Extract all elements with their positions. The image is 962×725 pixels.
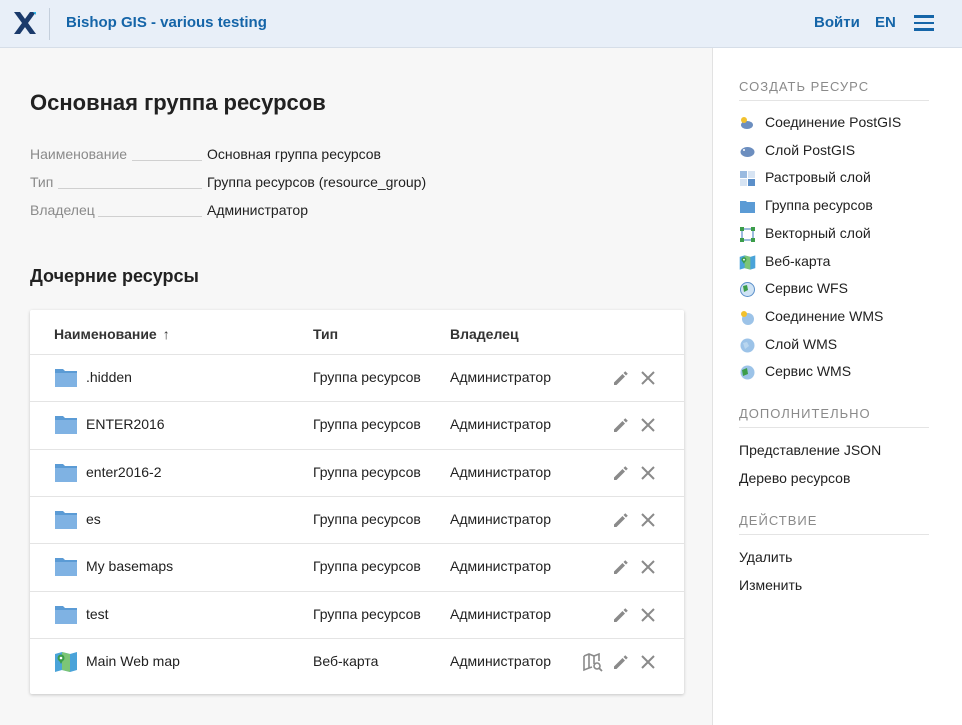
wms-service-icon xyxy=(739,364,756,381)
row-name-link[interactable]: test xyxy=(86,606,109,622)
meta-key-owner: Владелец xyxy=(30,202,95,218)
table-row[interactable]: Main Web map Веб-карта Администратор xyxy=(30,637,684,685)
language-switch[interactable]: EN xyxy=(875,14,896,31)
row-type: Группа ресурсов xyxy=(313,369,421,385)
edit-icon[interactable] xyxy=(611,415,631,435)
table-row[interactable]: test Группа ресурсов Администратор xyxy=(30,590,684,638)
meta-leader xyxy=(58,188,202,189)
meta-value-owner: Администратор xyxy=(207,202,309,218)
row-name-link[interactable]: Main Web map xyxy=(86,653,180,669)
row-type: Группа ресурсов xyxy=(313,416,421,433)
folder-icon xyxy=(54,366,78,390)
row-owner: Администратор xyxy=(450,605,552,622)
row-owner: Администратор xyxy=(450,416,552,433)
folder-icon xyxy=(54,508,78,532)
row-owner: Администратор xyxy=(450,463,552,480)
column-header-owner[interactable]: Владелец xyxy=(450,326,519,342)
raster-layer-icon xyxy=(739,170,756,187)
menu-icon[interactable] xyxy=(914,15,934,31)
postgis-connection-icon xyxy=(739,115,756,132)
row-owner: Администратор xyxy=(450,510,552,527)
main-content: Основная группа ресурсов Наименование Ос… xyxy=(0,48,712,725)
meta-value-name: Основная группа ресурсов xyxy=(207,146,381,162)
row-name-link[interactable]: enter2016-2 xyxy=(86,464,162,480)
wfs-service-icon xyxy=(739,281,756,298)
table-row[interactable]: My basemaps Группа ресурсов Администратор xyxy=(30,543,684,590)
sidebar: СОЗДАТЬ РЕСУРС Соединение PostGIS Слой Po… xyxy=(712,48,962,725)
meta-key-name: Наименование xyxy=(30,146,128,162)
row-name-link[interactable]: ENTER2016 xyxy=(86,416,165,432)
login-link[interactable]: Войти xyxy=(814,14,860,31)
delete-icon[interactable] xyxy=(638,510,658,530)
row-type: Веб-карта xyxy=(313,652,379,669)
table-row[interactable]: ENTER2016 Группа ресурсов Администратор xyxy=(30,401,684,448)
row-name-link[interactable]: My basemaps xyxy=(86,558,173,574)
meta-type-row: Тип Группа ресурсов (resource_group) xyxy=(30,174,450,194)
logo-icon[interactable] xyxy=(13,11,37,35)
map-preview-icon[interactable] xyxy=(583,652,603,672)
meta-leader xyxy=(98,216,202,217)
delete-icon[interactable] xyxy=(638,463,658,483)
edit-icon[interactable] xyxy=(611,652,631,672)
row-name-link[interactable]: .hidden xyxy=(86,369,132,385)
section-create-title: СОЗДАТЬ РЕСУРС xyxy=(739,79,929,101)
meta-leader xyxy=(132,160,202,161)
row-owner: Администратор xyxy=(450,652,552,669)
folder-icon xyxy=(54,555,78,579)
row-type: Группа ресурсов xyxy=(313,463,421,480)
delete-icon[interactable] xyxy=(638,652,658,672)
section-extra-title: ДОПОЛНИТЕЛЬНО xyxy=(739,406,929,428)
postgis-layer-icon xyxy=(739,143,756,160)
folder-icon xyxy=(54,461,78,485)
meta-name-row: Наименование Основная группа ресурсов xyxy=(30,146,450,166)
row-owner: Администратор xyxy=(450,369,552,385)
resource-group-icon xyxy=(739,198,756,215)
edit-icon[interactable] xyxy=(611,557,631,577)
webmap-icon xyxy=(739,254,756,271)
resource-tree-link[interactable]: Дерево ресурсов xyxy=(739,470,850,486)
column-header-name[interactable]: Наименование ↑ xyxy=(54,326,170,342)
table-row[interactable]: enter2016-2 Группа ресурсов Администратор xyxy=(30,448,684,496)
vector-layer-icon xyxy=(739,226,756,243)
children-section-title: Дочерние ресурсы xyxy=(30,266,199,286)
delete-icon[interactable] xyxy=(638,557,658,577)
edit-icon[interactable] xyxy=(611,605,631,625)
webmap-icon xyxy=(54,650,78,674)
wms-connection-icon xyxy=(739,309,756,326)
row-owner: Администратор xyxy=(450,558,552,575)
column-header-type[interactable]: Тип xyxy=(313,326,338,342)
top-bar: Bishop GIS - various testing Войти EN xyxy=(0,0,962,48)
meta-key-type: Тип xyxy=(30,174,54,190)
children-table: Наименование ↑ Тип Владелец .hidden Группа… xyxy=(30,310,684,694)
section-action-title: ДЕЙСТВИЕ xyxy=(739,513,929,535)
edit-link[interactable]: Изменить xyxy=(739,577,802,593)
delete-icon[interactable] xyxy=(638,368,658,388)
edit-icon[interactable] xyxy=(611,510,631,530)
logo-divider xyxy=(49,8,50,40)
delete-icon[interactable] xyxy=(638,605,658,625)
table-row[interactable]: .hidden Группа ресурсов Администратор xyxy=(30,354,684,401)
app-title[interactable]: Bishop GIS - various testing xyxy=(66,14,267,31)
folder-icon xyxy=(54,413,78,437)
row-type: Группа ресурсов xyxy=(313,558,421,575)
edit-icon[interactable] xyxy=(611,463,631,483)
row-type: Группа ресурсов xyxy=(313,605,421,622)
delete-icon[interactable] xyxy=(638,415,658,435)
wms-layer-icon xyxy=(739,337,756,354)
folder-icon xyxy=(54,603,78,627)
row-name-link[interactable]: es xyxy=(86,511,101,527)
page-title: Основная группа ресурсов xyxy=(30,90,326,115)
meta-value-type: Группа ресурсов (resource_group) xyxy=(207,174,427,190)
meta-owner-row: Владелец Администратор xyxy=(30,202,450,222)
sort-asc-icon[interactable]: ↑ xyxy=(163,326,170,342)
row-type: Группа ресурсов xyxy=(313,510,421,527)
json-view-link[interactable]: Представление JSON xyxy=(739,442,881,458)
table-row[interactable]: es Группа ресурсов Администратор xyxy=(30,495,684,543)
delete-link[interactable]: Удалить xyxy=(739,549,792,565)
edit-icon[interactable] xyxy=(611,368,631,388)
